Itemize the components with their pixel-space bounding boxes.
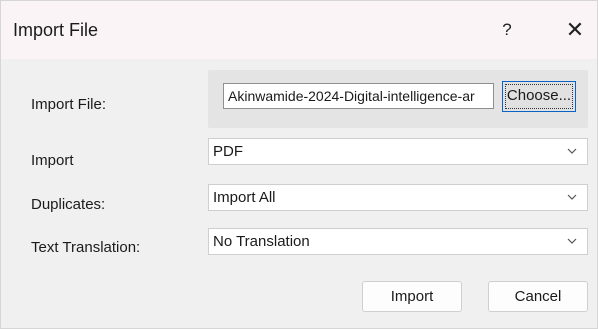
duplicates-label: Duplicates: [31, 196, 106, 213]
duplicates-value: Import All [213, 189, 276, 206]
duplicates-select[interactable]: Import All [208, 184, 588, 211]
chevron-down-icon [567, 148, 577, 154]
import-format-label: Import [31, 152, 74, 169]
import-file-dialog: Import File ? ✕ Import File: Akinwamide-… [0, 0, 598, 329]
text-translation-label: Text Translation: [31, 239, 141, 256]
cancel-button[interactable]: Cancel [488, 281, 588, 312]
help-button[interactable]: ? [495, 15, 519, 45]
choose-button[interactable]: Choose... [502, 81, 576, 112]
title-bar: Import File ? ✕ [1, 1, 597, 59]
import-format-value: PDF [213, 143, 243, 160]
close-button[interactable]: ✕ [561, 15, 589, 45]
chevron-down-icon [567, 194, 577, 200]
dialog-title: Import File [13, 20, 99, 40]
import-format-select[interactable]: PDF [208, 138, 588, 165]
chevron-down-icon [567, 238, 577, 244]
import-file-label: Import File: [31, 96, 107, 113]
import-button[interactable]: Import [362, 281, 462, 312]
text-translation-select[interactable]: No Translation [208, 228, 588, 255]
text-translation-value: No Translation [213, 233, 310, 250]
file-path-field[interactable]: Akinwamide-2024-Digital-intelligence-ar [223, 83, 494, 109]
file-picker-panel: Akinwamide-2024-Digital-intelligence-ar … [208, 70, 588, 128]
